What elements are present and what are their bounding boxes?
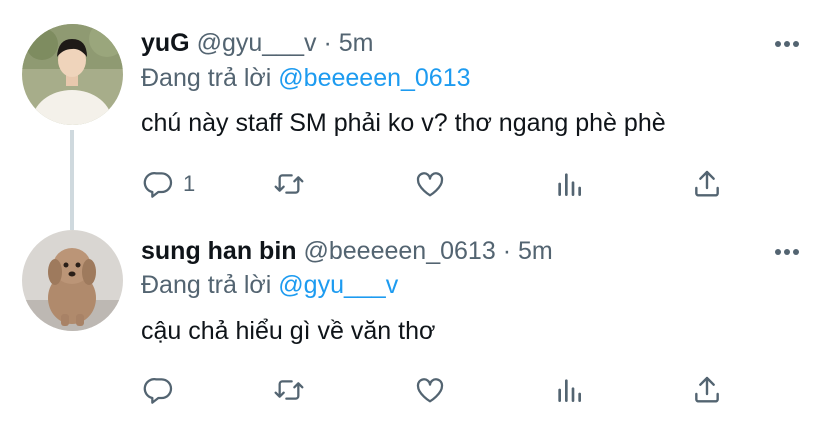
reply-button[interactable]: 1 [143, 166, 195, 202]
stats-button[interactable] [553, 166, 585, 202]
man-avatar-image [22, 24, 123, 125]
mention-link[interactable]: @gyu___v [278, 271, 398, 299]
retweet-button[interactable] [273, 372, 305, 408]
action-bar: 1 [141, 166, 741, 202]
reply-count: 1 [183, 171, 196, 196]
share-button[interactable] [691, 166, 723, 202]
reply-icon [143, 378, 173, 404]
user-handle[interactable]: @gyu___v [197, 29, 317, 57]
tweet[interactable]: yuG @gyu___v · 5m Đang trả lời @beeeeen_… [0, 0, 828, 230]
share-icon [695, 376, 719, 403]
replying-to: Đang trả lời @gyu___v [141, 270, 398, 300]
like-button[interactable] [414, 166, 446, 202]
stats-icon [558, 379, 581, 402]
share-button[interactable] [691, 372, 723, 408]
replying-to-label: Đang trả lời [141, 271, 272, 299]
tweet-text: chú này staff SM phải ko v? thơ ngang ph… [141, 109, 666, 137]
separator-dot: · [502, 237, 512, 265]
avatar[interactable] [22, 230, 123, 331]
tweet-header: yuG @gyu___v · 5m [141, 28, 373, 58]
dog-avatar-image [22, 230, 123, 331]
more-icon[interactable] [774, 40, 800, 48]
display-name[interactable]: sung han bin [141, 237, 297, 265]
like-button[interactable] [414, 372, 446, 408]
more-icon[interactable] [774, 248, 800, 256]
reply-button[interactable] [143, 372, 183, 408]
mention-link[interactable]: @beeeeen_0613 [278, 64, 470, 92]
separator-dot: · [323, 29, 332, 57]
tweet[interactable]: sung han bin @beeeeen_0613 · 5m Đang trả… [0, 212, 828, 424]
retweet-icon [274, 380, 304, 400]
stats-icon [558, 173, 581, 196]
avatar[interactable] [22, 24, 123, 125]
retweet-button[interactable] [273, 166, 305, 202]
display-name[interactable]: yuG [141, 29, 190, 57]
replying-to-label: Đang trả lời [141, 64, 272, 92]
replying-to: Đang trả lời @beeeeen_0613 [141, 63, 471, 93]
reply-icon [143, 172, 173, 198]
user-handle[interactable]: @beeeeen_0613 [304, 237, 496, 265]
share-icon [695, 170, 719, 197]
tweet-header: sung han bin @beeeeen_0613 · 5m [141, 236, 553, 266]
action-bar [141, 372, 741, 408]
like-icon [416, 378, 444, 403]
like-icon [416, 172, 444, 197]
retweet-icon [274, 174, 304, 194]
stats-button[interactable] [553, 372, 585, 408]
timestamp[interactable]: 5m [518, 237, 553, 265]
timestamp[interactable]: 5m [339, 29, 374, 57]
tweet-text: cậu chả hiểu gì về văn thơ [141, 317, 436, 345]
